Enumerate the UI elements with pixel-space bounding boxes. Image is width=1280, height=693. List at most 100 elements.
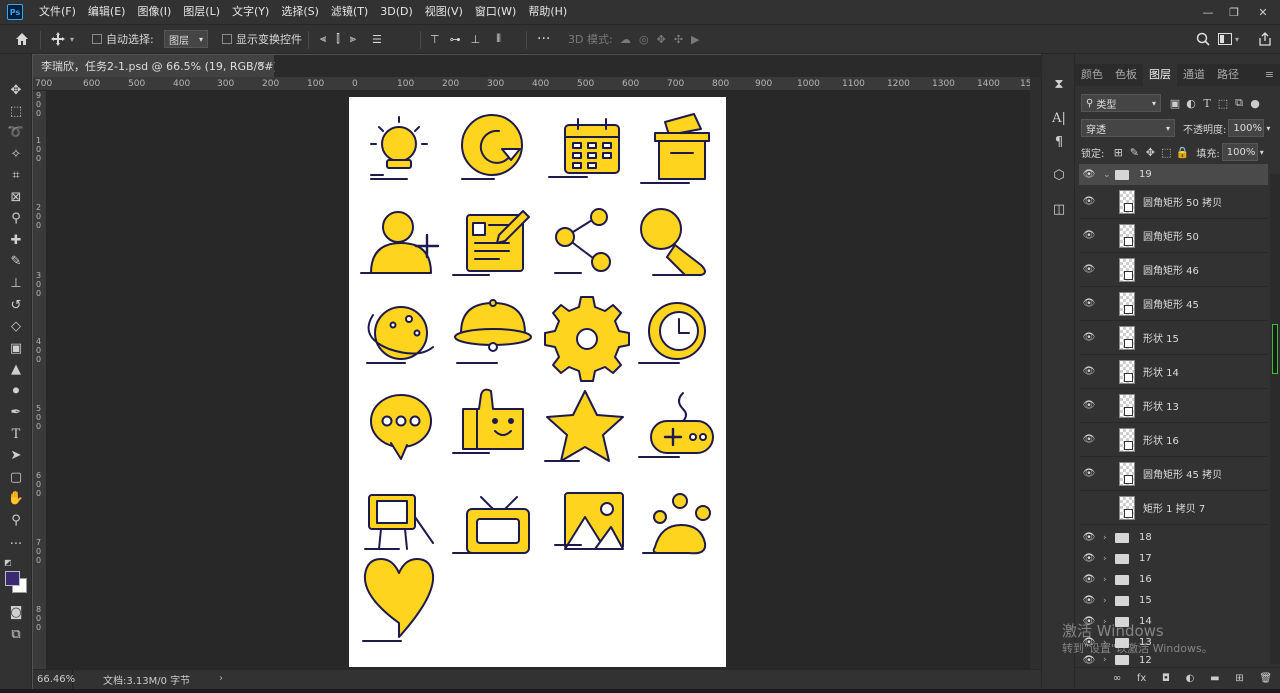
zoom-tool-icon[interactable]: ⚲ — [4, 510, 28, 530]
layer-group-19[interactable]: 👁 ⌄ 19 — [1079, 164, 1268, 185]
menu-type[interactable]: 文字(Y) — [226, 0, 275, 24]
lock-position-icon[interactable]: ✥ — [1142, 144, 1158, 160]
close-icon[interactable]: × — [257, 58, 266, 71]
layer-row[interactable]: 👁 圆角矩形 50 — [1079, 219, 1268, 253]
tab-layers[interactable]: 图层 — [1143, 64, 1177, 86]
chevron-right-icon[interactable]: › — [1103, 655, 1113, 665]
frame-tool-icon[interactable]: ⊠ — [4, 187, 28, 207]
filter-smart-object-icon[interactable]: ⧉ — [1231, 95, 1247, 111]
delete-layer-icon[interactable]: 🗑 — [1259, 673, 1272, 684]
quick-mask-icon[interactable]: ◙ — [4, 602, 28, 622]
opacity-input[interactable]: 100% — [1228, 119, 1265, 137]
filter-toggle-icon[interactable]: ● — [1247, 95, 1263, 111]
canvas-scrollbar-vertical[interactable] — [1030, 77, 1041, 669]
gradient-tool-icon[interactable]: ▣ — [4, 338, 28, 358]
align-left-icon[interactable]: ⫷ — [320, 32, 326, 46]
chevron-right-icon[interactable]: › — [1103, 554, 1113, 564]
layer-row[interactable]: 👁 形状 16 — [1079, 423, 1268, 457]
layer-group-row[interactable]: 👁 › 16 — [1079, 569, 1268, 590]
marquee-tool-icon[interactable]: ⬚ — [4, 101, 28, 121]
menu-3d[interactable]: 3D(D) — [374, 0, 419, 24]
dodge-tool-icon[interactable]: ⚫ — [4, 381, 28, 401]
character-panel-icon[interactable]: A| — [1049, 108, 1069, 128]
adjustment-layer-icon[interactable]: ◐ — [1186, 673, 1195, 684]
close-window-button[interactable]: ✕ — [1250, 0, 1276, 24]
visibility-eye-icon[interactable]: 👁 — [1079, 332, 1099, 343]
filter-pixel-icon[interactable]: ▣ — [1167, 95, 1183, 111]
pen-tool-icon[interactable]: ✒ — [4, 402, 28, 422]
minimize-button[interactable]: — — [1195, 0, 1221, 24]
default-colors-icon[interactable]: ◩ — [4, 558, 14, 568]
filter-shape-icon[interactable]: ⬚ — [1215, 95, 1231, 111]
history-panel-icon[interactable]: ⧗ — [1049, 74, 1069, 94]
chevron-down-icon[interactable]: ▾ — [1266, 124, 1270, 133]
layer-row[interactable]: 👁 圆角矩形 46 — [1079, 253, 1268, 287]
3d-roll-icon[interactable]: ◎ — [639, 33, 649, 46]
menu-window[interactable]: 窗口(W) — [469, 0, 522, 24]
document-canvas[interactable] — [349, 97, 726, 667]
visibility-eye-icon[interactable]: 👁 — [1079, 532, 1099, 543]
crop-tool-icon[interactable]: ⌗ — [4, 165, 28, 185]
menu-file[interactable]: 文件(F) — [33, 0, 82, 24]
menu-edit[interactable]: 编辑(E) — [82, 0, 132, 24]
type-tool-icon[interactable]: T — [4, 424, 28, 444]
link-layers-icon[interactable]: ∞ — [1113, 673, 1121, 684]
move-tool-icon[interactable]: ▾ — [50, 25, 74, 53]
move-tool-icon[interactable]: ✥ — [4, 80, 28, 100]
blur-tool-icon[interactable]: ▲ — [4, 359, 28, 379]
share-icon[interactable] — [1258, 25, 1272, 53]
chevron-right-icon[interactable]: › — [1103, 596, 1113, 606]
checkbox-box[interactable] — [92, 34, 102, 44]
auto-select-dropdown[interactable]: 图层 ▾ — [164, 25, 208, 53]
3d-orbit-icon[interactable]: ☁ — [620, 33, 631, 46]
layer-row[interactable]: 👁 圆角矩形 50 拷贝 — [1079, 185, 1268, 219]
screen-mode-icon[interactable]: ⧉ — [4, 624, 28, 644]
tab-paths[interactable]: 路径 — [1211, 64, 1245, 86]
new-group-icon[interactable]: ▬ — [1210, 673, 1219, 684]
menu-select[interactable]: 选择(S) — [275, 0, 325, 24]
chevron-down-icon[interactable]: ▾ — [1260, 148, 1264, 157]
align-right-icon[interactable]: ⫸ — [350, 32, 356, 46]
menu-layer[interactable]: 图层(L) — [177, 0, 226, 24]
document-tab[interactable]: 李瑞欣，任务2-1.psd @ 66.5% (19, RGB/8#) * × — [33, 55, 287, 77]
layer-row[interactable]: 👁 圆角矩形 45 — [1079, 287, 1268, 321]
add-mask-icon[interactable]: ◘ — [1162, 673, 1170, 684]
canvas-area[interactable] — [47, 91, 1030, 669]
new-layer-icon[interactable]: ⊞ — [1235, 673, 1243, 684]
scrollbar-thumb[interactable] — [1272, 324, 1278, 374]
visibility-eye-icon[interactable]: 👁 — [1079, 574, 1099, 585]
lock-all-icon[interactable]: 🔒 — [1174, 144, 1190, 160]
lock-artboard-icon[interactable]: ⬚ — [1158, 144, 1174, 160]
tab-channels[interactable]: 通道 — [1177, 64, 1211, 86]
align-bottom-icon[interactable]: ⊥ — [471, 33, 481, 46]
visibility-eye-icon[interactable]: 👁 — [1079, 553, 1099, 564]
align-middle-icon[interactable]: ⊶ — [450, 33, 461, 46]
align-distribute-icon[interactable]: ☰ — [372, 33, 382, 46]
filter-adjustment-icon[interactable]: ◐ — [1183, 95, 1199, 111]
eraser-tool-icon[interactable]: ◇ — [4, 316, 28, 336]
restore-button[interactable]: ❐ — [1221, 0, 1247, 24]
layer-style-icon[interactable]: fx — [1137, 673, 1146, 684]
layer-row[interactable]: 👁 形状 13 — [1079, 389, 1268, 423]
tab-swatches[interactable]: 色板 — [1109, 64, 1143, 86]
zoom-level[interactable]: 66.46% — [33, 669, 75, 690]
layers-scrollbar[interactable] — [1270, 174, 1280, 664]
home-icon[interactable] — [14, 25, 30, 53]
3d-panel-icon[interactable]: ⬡ — [1049, 165, 1069, 185]
blend-mode-dropdown[interactable]: 穿透 ▾ — [1081, 119, 1175, 137]
properties-panel-icon[interactable]: ◫ — [1049, 199, 1069, 219]
fill-input[interactable]: 100% — [1221, 143, 1258, 161]
menu-view[interactable]: 视图(V) — [419, 0, 469, 24]
hand-tool-icon[interactable]: ✋ — [4, 488, 28, 508]
more-options-button[interactable]: ··· — [537, 25, 550, 53]
menu-image[interactable]: 图像(I) — [131, 0, 177, 24]
visibility-empty-box[interactable]: ▢ — [1079, 502, 1099, 513]
visibility-eye-icon[interactable]: 👁 — [1079, 169, 1099, 180]
align-center-icon[interactable]: ⫿ — [336, 32, 340, 46]
tab-color[interactable]: 颜色 — [1075, 64, 1109, 86]
visibility-eye-icon[interactable]: 👁 — [1079, 230, 1099, 241]
rectangle-tool-icon[interactable]: ▢ — [4, 467, 28, 487]
history-brush-tool-icon[interactable]: ↺ — [4, 295, 28, 315]
visibility-eye-icon[interactable]: 👁 — [1079, 434, 1099, 445]
brush-tool-icon[interactable]: ✎ — [4, 251, 28, 271]
